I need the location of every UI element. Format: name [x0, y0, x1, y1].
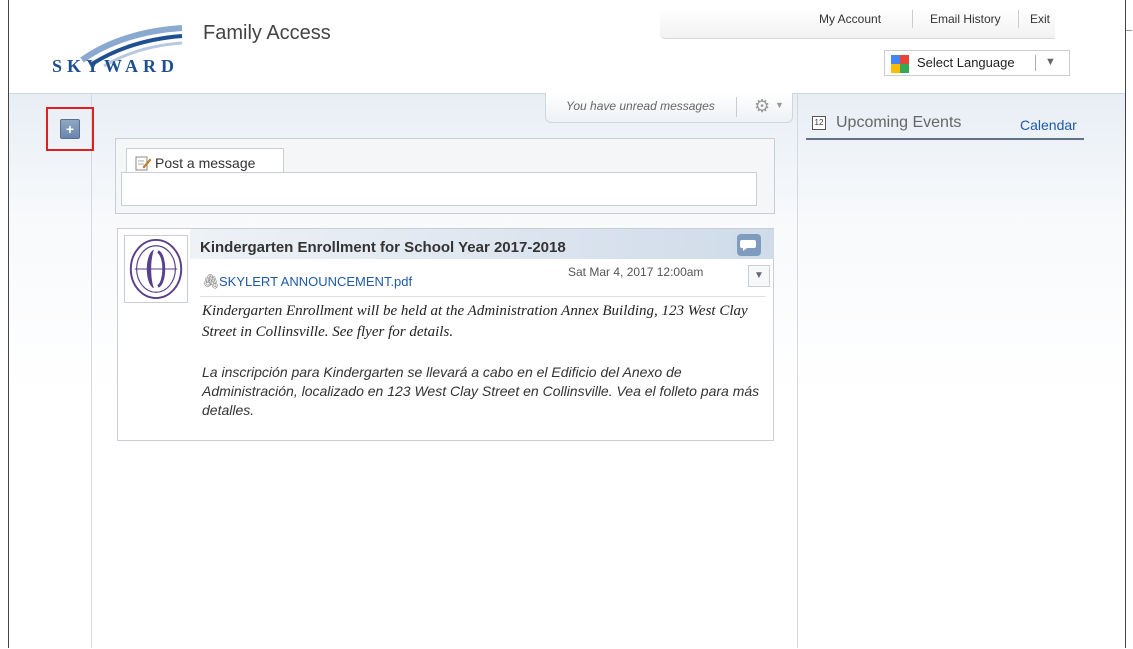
- scrollbar-tick: [1126, 30, 1132, 31]
- post-message-label: Post a message: [155, 155, 256, 171]
- attachment-link[interactable]: SKYLERT ANNOUNCEMENT.pdf: [219, 274, 412, 289]
- language-label: Select Language: [917, 55, 1015, 70]
- google-translate-icon: [891, 55, 909, 73]
- nav-separator: [1018, 10, 1019, 28]
- chevron-down-icon[interactable]: ▼: [775, 100, 784, 110]
- upcoming-events-title: Upcoming Events: [836, 114, 962, 131]
- message-body-english: Kindergarten Enrollment will be held at …: [202, 303, 748, 340]
- events-underline: [806, 138, 1084, 140]
- school-logo-avatar: [124, 235, 188, 303]
- calendar-link[interactable]: Calendar: [1020, 117, 1077, 133]
- gear-icon[interactable]: ⚙: [754, 96, 770, 117]
- right-column-divider: [797, 94, 798, 648]
- paperclip-icon: 🖇: [202, 273, 220, 289]
- message-body-spanish: La inscripción para Kindergarten se llev…: [202, 364, 760, 418]
- caret-down-icon: ▼: [1045, 56, 1056, 68]
- post-message-panel: Post a message: [115, 138, 775, 214]
- unread-separator: [736, 97, 737, 117]
- language-selector[interactable]: Select Language ▼: [884, 50, 1070, 76]
- highlight-box: [46, 107, 94, 151]
- message-divider: [200, 296, 766, 297]
- my-account-link[interactable]: My Account: [819, 12, 881, 26]
- top-navigation: My Account Email History Exit: [660, 8, 1055, 39]
- message-card: Kindergarten Enrollment for School Year …: [117, 228, 774, 441]
- message-options-dropdown[interactable]: ▼: [748, 265, 770, 287]
- comment-bubble-icon[interactable]: [736, 233, 762, 257]
- message-title: Kindergarten Enrollment for School Year …: [200, 239, 566, 256]
- edit-note-icon: [135, 156, 151, 171]
- unread-messages-link[interactable]: You have unread messages: [566, 99, 715, 113]
- message-date: Sat Mar 4, 2017 12:00am: [568, 265, 704, 279]
- language-separator: [1035, 55, 1036, 71]
- brand-logo-text: SKYWARD: [52, 56, 180, 76]
- email-history-link[interactable]: Email History: [930, 12, 1001, 26]
- left-column-divider: [91, 94, 92, 648]
- calendar-icon: 12: [812, 116, 826, 130]
- exit-link[interactable]: Exit: [1030, 12, 1050, 26]
- nav-separator: [912, 10, 913, 28]
- unread-messages-bar: You have unread messages ⚙ ▼: [545, 93, 793, 123]
- app-title: Family Access: [203, 22, 331, 44]
- post-message-input[interactable]: [121, 172, 757, 206]
